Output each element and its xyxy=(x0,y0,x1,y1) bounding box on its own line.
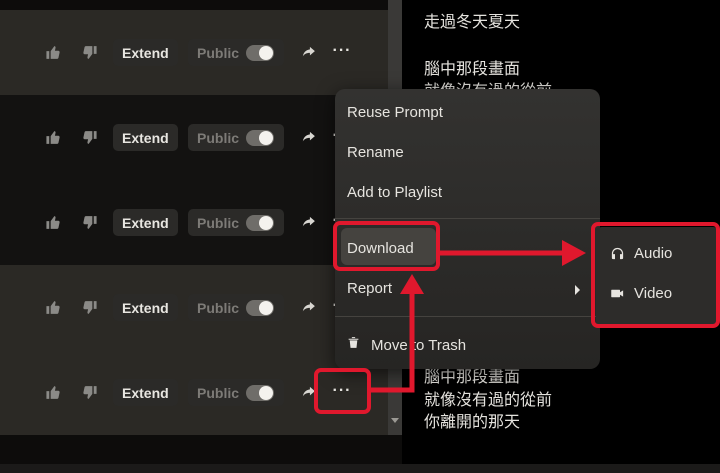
toggle-switch[interactable] xyxy=(246,300,274,316)
public-toggle[interactable]: Public xyxy=(188,209,284,236)
share-icon[interactable] xyxy=(298,41,318,63)
thumbs-down-icon[interactable] xyxy=(78,41,100,63)
lyric-line: 就像沒有過的從前 xyxy=(424,392,553,409)
public-label: Public xyxy=(197,299,240,316)
menu-item-report[interactable]: Report xyxy=(347,280,392,297)
extend-button[interactable]: Extend xyxy=(113,294,178,321)
toggle-switch[interactable] xyxy=(246,385,274,401)
toggle-switch[interactable] xyxy=(246,130,274,146)
menu-item-add-to-playlist[interactable]: Add to Playlist xyxy=(347,184,442,201)
menu-divider xyxy=(335,316,600,317)
menu-divider xyxy=(335,218,600,219)
share-icon[interactable] xyxy=(298,296,318,318)
trash-icon xyxy=(347,335,360,350)
menu-item-rename[interactable]: Rename xyxy=(347,144,404,161)
thumbs-up-icon[interactable] xyxy=(42,41,64,63)
public-label: Public xyxy=(197,44,240,61)
thumbs-down-icon[interactable] xyxy=(78,211,100,233)
more-options-button[interactable]: ··· xyxy=(330,40,354,62)
extend-button[interactable]: Extend xyxy=(113,379,178,406)
song-row: Extend Public ··· xyxy=(0,180,388,265)
song-row: Extend Public ··· xyxy=(0,265,388,350)
lyric-line: 你離開的那天 xyxy=(424,414,521,431)
extend-button[interactable]: Extend xyxy=(113,209,178,236)
lyric-line: 腦中那段畫面 xyxy=(424,61,521,78)
thumbs-down-icon[interactable] xyxy=(78,296,100,318)
thumbs-up-icon[interactable] xyxy=(42,381,64,403)
share-icon[interactable] xyxy=(298,126,318,148)
thumbs-down-icon[interactable] xyxy=(78,126,100,148)
lyric-line: 走過冬天夏天 xyxy=(424,14,521,31)
song-row: Extend Public ··· xyxy=(0,10,388,95)
public-label: Public xyxy=(197,214,240,231)
thumbs-up-icon[interactable] xyxy=(42,211,64,233)
menu-item-move-to-trash[interactable]: Move to Trash xyxy=(371,337,466,354)
thumbs-up-icon[interactable] xyxy=(42,126,64,148)
toggle-switch[interactable] xyxy=(246,215,274,231)
annotation-box-submenu xyxy=(591,222,720,328)
public-label: Public xyxy=(197,384,240,401)
public-toggle[interactable]: Public xyxy=(188,379,284,406)
thumbs-down-icon[interactable] xyxy=(78,381,100,403)
thumbs-up-icon[interactable] xyxy=(42,296,64,318)
share-icon[interactable] xyxy=(298,211,318,233)
annotation-box-more-button xyxy=(314,368,371,414)
menu-item-reuse-prompt[interactable]: Reuse Prompt xyxy=(347,104,443,121)
public-label: Public xyxy=(197,129,240,146)
toggle-switch[interactable] xyxy=(246,45,274,61)
song-row: Extend Public ··· xyxy=(0,95,388,180)
chevron-right-icon xyxy=(575,285,580,295)
public-toggle[interactable]: Public xyxy=(188,124,284,151)
public-toggle[interactable]: Public xyxy=(188,294,284,321)
public-toggle[interactable]: Public xyxy=(188,39,284,66)
scroll-down-arrow-icon[interactable] xyxy=(391,418,399,423)
extend-button[interactable]: Extend xyxy=(113,124,178,151)
annotation-box-download xyxy=(333,221,440,271)
player-bar xyxy=(0,464,720,473)
extend-button[interactable]: Extend xyxy=(113,39,178,66)
